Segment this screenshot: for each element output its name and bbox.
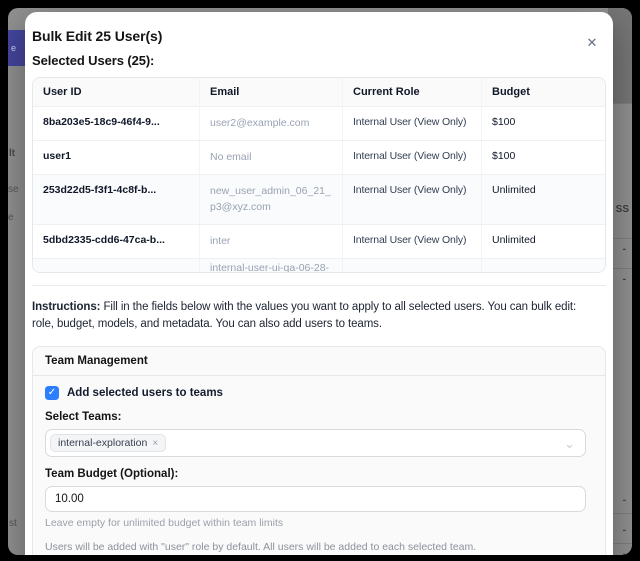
cell-current-role: Internal User (View Only)	[343, 175, 482, 223]
table-row: internal-user-ui-qa-06-28-	[33, 259, 605, 273]
close-icon[interactable]: ✕	[581, 32, 603, 54]
table-header-row: User ID Email Current Role Budget	[33, 78, 605, 107]
background-text-fragment: st	[9, 518, 17, 529]
cell-user-id	[33, 259, 200, 273]
cell-current-role: Internal User (View Only)	[343, 107, 482, 140]
table-row: 5dbd2335-cdd6-47ca-b... inter Internal U…	[33, 225, 605, 259]
instructions-label: Instructions:	[32, 301, 100, 313]
team-management-section: Team Management ✓ Add selected users to …	[32, 346, 606, 555]
team-budget-input[interactable]	[45, 486, 586, 512]
team-management-heading: Team Management	[33, 347, 605, 376]
background-cell-fragment: -	[623, 244, 626, 255]
background-text-fragment: e	[8, 212, 14, 223]
chevron-down-icon: ⌄	[564, 436, 575, 452]
app-window: e lt se e st SS - - - - - Bulk Edit 25 U…	[8, 8, 632, 555]
cell-user-id: 8ba203e5-18c9-46f4-9...	[33, 107, 200, 140]
table-row: 253d22d5-f3f1-4c8f-b... new_user_admin_0…	[33, 175, 605, 224]
cell-email: No email	[200, 141, 343, 174]
team-management-body: ✓ Add selected users to teams Select Tea…	[33, 376, 605, 555]
cell-current-role: Internal User (View Only)	[343, 141, 482, 174]
add-users-to-teams-label: Add selected users to teams	[67, 387, 223, 399]
column-header-user-id: User ID	[33, 78, 200, 106]
background-text-fragment: lt	[9, 148, 15, 159]
teams-multiselect[interactable]: internal-exploration × ⌄	[45, 429, 586, 457]
table-row: user1 No email Internal User (View Only)…	[33, 141, 605, 175]
cell-user-id: 253d22d5-f3f1-4c8f-b...	[33, 175, 200, 223]
background-cell-fragment: -	[623, 274, 626, 285]
sidebar-active-item-fragment: e	[8, 30, 25, 66]
background-cell-fragment: -	[623, 549, 626, 555]
cell-current-role: Internal User (View Only)	[343, 225, 482, 258]
add-users-to-teams-row: ✓ Add selected users to teams	[45, 386, 593, 400]
background-column-header-fragment: SS	[616, 204, 629, 215]
cell-email: user2@example.com	[200, 107, 343, 140]
selected-users-heading: Selected Users (25):	[32, 53, 606, 68]
modal-title: Bulk Edit 25 User(s)	[32, 28, 606, 44]
cell-budget: $100	[482, 141, 605, 174]
cell-email: internal-user-ui-qa-06-28-	[200, 259, 343, 273]
add-users-to-teams-checkbox[interactable]: ✓	[45, 386, 59, 400]
cell-email: new_user_admin_06_21_p3@xyz.com	[200, 175, 343, 223]
team-footer-note: Users will be added with "user" role by …	[45, 541, 593, 553]
section-divider	[32, 285, 606, 286]
cell-user-id: 5dbd2335-cdd6-47ca-b...	[33, 225, 200, 258]
cell-current-role	[343, 259, 482, 273]
selected-team-tag: internal-exploration ×	[50, 434, 166, 452]
background-cell-fragment: -	[623, 495, 626, 506]
cell-user-id: user1	[33, 141, 200, 174]
remove-tag-icon[interactable]: ×	[152, 438, 158, 449]
select-teams-label: Select Teams:	[45, 411, 593, 423]
team-budget-label: Team Budget (Optional):	[45, 468, 593, 480]
background-text-fragment: se	[8, 184, 19, 195]
team-tag-label: internal-exploration	[58, 437, 147, 449]
cell-budget: $100	[482, 107, 605, 140]
selected-users-table[interactable]: User ID Email Current Role Budget 8ba203…	[32, 77, 606, 273]
budget-helper-text: Leave empty for unlimited budget within …	[45, 517, 593, 529]
bulk-edit-modal: Bulk Edit 25 User(s) ✕ Selected Users (2…	[25, 12, 613, 555]
cell-budget	[482, 259, 605, 273]
cell-budget: Unlimited	[482, 225, 605, 258]
screen-frame: e lt se e st SS - - - - - Bulk Edit 25 U…	[0, 0, 640, 561]
table-row: 8ba203e5-18c9-46f4-9... user2@example.co…	[33, 107, 605, 141]
instructions-body: Fill in the fields below with the values…	[32, 301, 576, 330]
instructions-text: Instructions: Fill in the fields below w…	[32, 299, 606, 333]
cell-email: inter	[200, 225, 343, 258]
sidebar-item-label-fragment: e	[11, 43, 16, 53]
background-cell-fragment: -	[623, 525, 626, 536]
column-header-current-role: Current Role	[343, 78, 482, 106]
column-header-budget: Budget	[482, 78, 605, 106]
column-header-email: Email	[200, 78, 343, 106]
cell-budget: Unlimited	[482, 175, 605, 223]
